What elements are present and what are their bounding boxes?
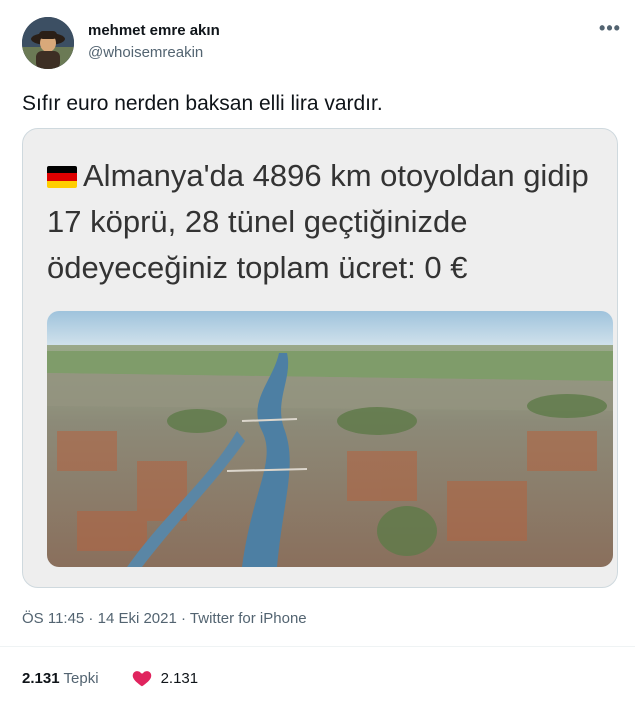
germany-flag-icon — [47, 166, 77, 188]
tweet-stats: 2.131 Tepki 2.131 — [22, 667, 198, 689]
meta-separator: · — [84, 610, 98, 627]
aerial-photo-illustration — [47, 311, 613, 567]
tweet-date[interactable]: 14 Eki 2021 — [98, 610, 177, 627]
divider — [0, 646, 635, 647]
author-handle[interactable]: @whoisemreakin — [88, 44, 203, 61]
heart-icon[interactable] — [131, 667, 153, 689]
more-horizontal-icon[interactable]: ••• — [598, 19, 622, 40]
like-button[interactable]: 2.131 — [131, 667, 199, 689]
card-text-block: Almanya'da 4896 km otoyoldan gidip 17 kö… — [47, 153, 607, 291]
meta-separator: · — [176, 610, 190, 627]
tweet-source[interactable]: Twitter for iPhone — [190, 610, 307, 627]
tweet: mehmet emre akın @whoisemreakin ••• Sıfı… — [0, 0, 635, 707]
tweet-text: Sıfır euro nerden baksan elli lira vardı… — [22, 92, 383, 115]
author-display-name[interactable]: mehmet emre akın — [88, 22, 220, 39]
tweet-meta: ÖS 11:45 · 14 Eki 2021 · Twitter for iPh… — [22, 610, 307, 627]
tweet-time[interactable]: ÖS 11:45 — [22, 610, 84, 627]
avatar-image — [22, 17, 74, 69]
aerial-city-photo[interactable] — [47, 311, 613, 567]
reactions-count[interactable]: 2.131 — [22, 670, 60, 687]
likes-count: 2.131 — [160, 669, 199, 687]
card-text: Almanya'da 4896 km otoyoldan gidip 17 kö… — [47, 158, 589, 285]
reactions-label[interactable]: Tepki — [64, 670, 99, 687]
media-card[interactable]: Almanya'da 4896 km otoyoldan gidip 17 kö… — [22, 128, 618, 588]
avatar[interactable] — [22, 17, 74, 69]
